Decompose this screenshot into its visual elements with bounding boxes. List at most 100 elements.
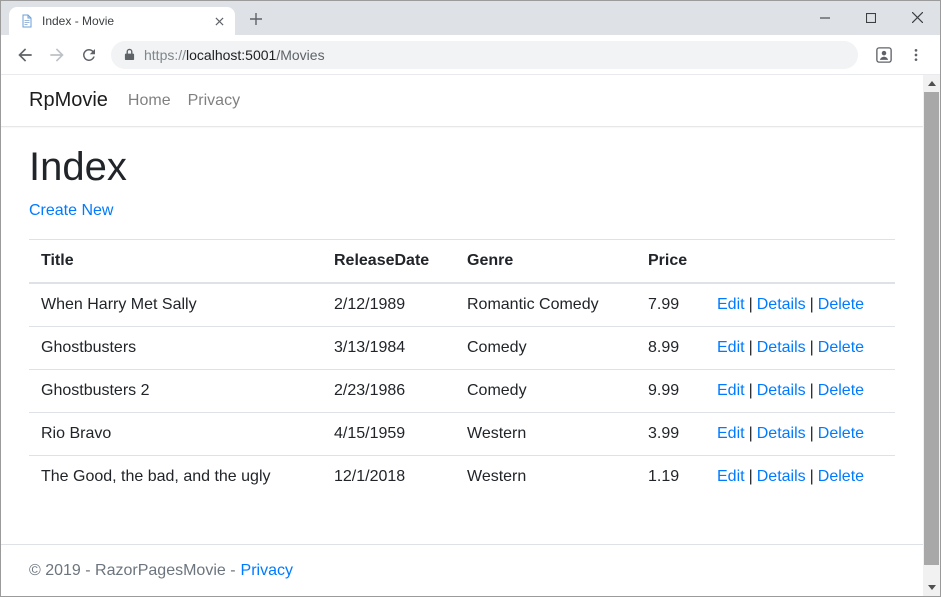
cell-release-date: 2/23/1986 [322,370,455,413]
url-host: localhost:5001 [186,47,276,63]
cell-price: 9.99 [636,370,705,413]
delete-link[interactable]: Delete [818,425,864,442]
cell-genre: Comedy [455,327,636,370]
details-link[interactable]: Details [757,296,806,313]
delete-link[interactable]: Delete [818,296,864,313]
minimize-button[interactable] [802,1,848,34]
edit-link[interactable]: Edit [717,425,745,442]
cell-actions: Edit|Details|Delete [705,456,895,499]
tab-close-icon[interactable] [211,13,227,29]
cell-genre: Romantic Comedy [455,283,636,327]
lock-icon [124,48,135,61]
action-separator: | [749,339,753,356]
cell-release-date: 4/15/1959 [322,413,455,456]
movies-table: Title ReleaseDate Genre Price When Harry… [29,239,895,498]
movies-table-body: When Harry Met Sally 2/12/1989 Romantic … [29,283,895,498]
cell-price: 7.99 [636,283,705,327]
nav-link-home[interactable]: Home [128,92,171,110]
browser-window: Index - Movie [0,0,941,597]
page-content: RpMovie Home Privacy Index Create New Ti… [1,75,923,596]
delete-link[interactable]: Delete [818,382,864,399]
action-separator: | [810,468,814,485]
col-price-header: Price [636,240,705,284]
scrollbar-down-icon[interactable] [923,579,940,596]
edit-link[interactable]: Edit [717,382,745,399]
tab-title: Index - Movie [42,14,203,28]
action-separator: | [810,425,814,442]
cell-release-date: 12/1/2018 [322,456,455,499]
edit-link[interactable]: Edit [717,296,745,313]
cell-actions: Edit|Details|Delete [705,327,895,370]
action-separator: | [810,382,814,399]
col-actions-header [705,240,895,284]
action-separator: | [749,296,753,313]
details-link[interactable]: Details [757,339,806,356]
forward-icon[interactable] [43,41,71,69]
action-separator: | [810,296,814,313]
cell-title: Ghostbusters 2 [29,370,322,413]
reload-icon[interactable] [75,41,103,69]
address-bar[interactable]: https://localhost:5001/Movies [111,41,858,69]
tab-strip: Index - Movie [1,1,940,35]
edit-link[interactable]: Edit [717,339,745,356]
footer-privacy-link[interactable]: Privacy [241,562,293,580]
delete-link[interactable]: Delete [818,339,864,356]
browser-tab[interactable]: Index - Movie [9,7,235,35]
cell-price: 1.19 [636,456,705,499]
col-title-header: Title [29,240,322,284]
table-header-row: Title ReleaseDate Genre Price [29,240,895,284]
col-genre-header: Genre [455,240,636,284]
col-release-date-header: ReleaseDate [322,240,455,284]
menu-icon[interactable] [902,41,930,69]
delete-link[interactable]: Delete [818,468,864,485]
brand-link[interactable]: RpMovie [29,89,108,112]
table-row: When Harry Met Sally 2/12/1989 Romantic … [29,283,895,327]
cell-actions: Edit|Details|Delete [705,283,895,327]
nav-link-privacy[interactable]: Privacy [188,92,240,110]
cell-release-date: 2/12/1989 [322,283,455,327]
action-separator: | [749,468,753,485]
table-row: Ghostbusters 2 2/23/1986 Comedy 9.99 Edi… [29,370,895,413]
cell-title: Rio Bravo [29,413,322,456]
back-icon[interactable] [11,41,39,69]
edit-link[interactable]: Edit [717,468,745,485]
details-link[interactable]: Details [757,425,806,442]
scrollbar[interactable] [923,75,940,596]
main-content: Index Create New Title ReleaseDate Genre… [1,143,923,498]
page-title: Index [29,143,895,191]
footer-copyright: © 2019 - RazorPagesMovie - [29,562,236,580]
cell-genre: Western [455,456,636,499]
url-scheme: https:// [144,47,186,63]
cell-actions: Edit|Details|Delete [705,370,895,413]
cell-price: 3.99 [636,413,705,456]
details-link[interactable]: Details [757,382,806,399]
new-tab-button[interactable] [243,8,269,30]
page-viewport: RpMovie Home Privacy Index Create New Ti… [1,75,940,596]
url-path: /Movies [276,47,324,63]
scrollbar-thumb[interactable] [924,92,939,565]
cell-title: The Good, the bad, and the ugly [29,456,322,499]
create-new-link[interactable]: Create New [29,202,113,219]
profile-icon[interactable] [870,41,898,69]
browser-toolbar: https://localhost:5001/Movies [1,35,940,75]
action-separator: | [749,425,753,442]
cell-genre: Western [455,413,636,456]
tab-favicon-icon [20,14,34,28]
table-row: Ghostbusters 3/13/1984 Comedy 8.99 Edit|… [29,327,895,370]
create-new-row: Create New [29,199,895,223]
maximize-button[interactable] [848,1,894,34]
scrollbar-up-icon[interactable] [923,75,940,92]
table-row: Rio Bravo 4/15/1959 Western 3.99 Edit|De… [29,413,895,456]
action-separator: | [749,382,753,399]
site-footer: © 2019 - RazorPagesMovie - Privacy [1,544,923,596]
cell-actions: Edit|Details|Delete [705,413,895,456]
url-text: https://localhost:5001/Movies [144,47,325,63]
cell-title: Ghostbusters [29,327,322,370]
window-controls [802,1,940,34]
close-window-button[interactable] [894,1,940,34]
cell-title: When Harry Met Sally [29,283,322,327]
site-navbar: RpMovie Home Privacy [1,75,923,127]
details-link[interactable]: Details [757,468,806,485]
cell-release-date: 3/13/1984 [322,327,455,370]
table-row: The Good, the bad, and the ugly 12/1/201… [29,456,895,499]
